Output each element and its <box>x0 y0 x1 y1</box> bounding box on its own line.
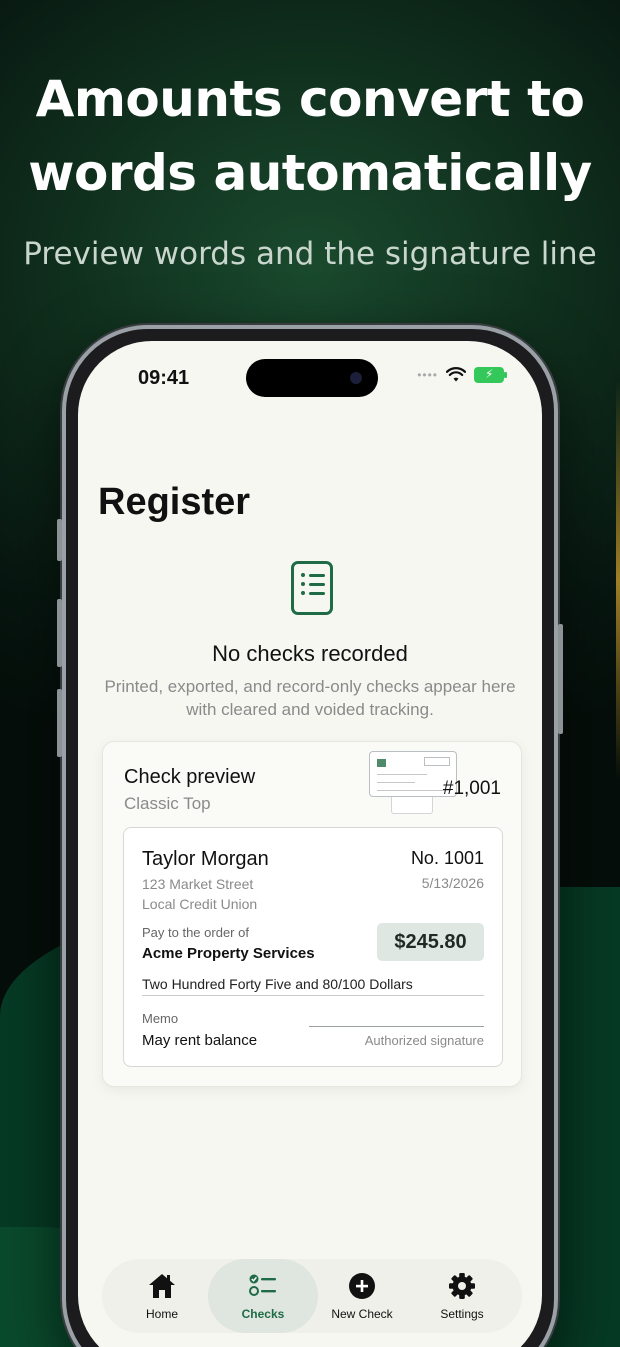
amount-words: Two Hundred Forty Five and 80/100 Dollar… <box>142 976 413 992</box>
tab-new-check[interactable]: New Check <box>312 1259 412 1333</box>
signal-icon: •••• <box>417 368 438 382</box>
home-icon <box>149 1274 175 1298</box>
check-thumbnail-stub <box>391 796 433 814</box>
wifi-icon <box>446 367 466 382</box>
signature-line <box>309 1026 484 1027</box>
phone-frame: 09:41 •••• ⚡ Register No checks recorded… <box>57 325 563 1347</box>
tab-bar: Home Checks New Check Settings <box>102 1259 522 1333</box>
gold-accent-line <box>616 380 620 780</box>
volume-down-button <box>57 689 62 757</box>
check-style-name: Classic Top <box>124 794 211 813</box>
tab-settings-label: Settings <box>440 1307 484 1321</box>
status-time: 09:41 <box>138 367 190 389</box>
signature-label: Authorized signature <box>364 1033 484 1048</box>
check-preview-title: Check preview <box>124 766 256 788</box>
tab-checks[interactable]: Checks <box>208 1259 318 1333</box>
tab-home-label: Home <box>145 1307 178 1321</box>
payee-name: Acme Property Services <box>142 945 315 962</box>
list-document-icon <box>291 561 333 615</box>
pay-to-label: Pay to the order of <box>142 925 249 940</box>
plus-circle-icon <box>349 1273 375 1299</box>
volume-up-button <box>57 599 62 667</box>
battery-charging-icon: ⚡ <box>474 367 507 383</box>
tab-new-check-label: New Check <box>331 1307 393 1321</box>
tab-checks-label: Checks <box>241 1307 285 1321</box>
amount-words-line <box>142 995 484 996</box>
payer-name: Taylor Morgan <box>142 848 269 870</box>
payer-details: 123 Market Street Local Credit Union <box>142 874 257 914</box>
power-button <box>558 624 563 734</box>
check-preview-card[interactable]: Check preview Classic Top #1,001 Taylor … <box>102 741 522 1087</box>
check-date: 5/13/2026 <box>421 875 484 891</box>
bank-name: Local Credit Union <box>142 896 258 912</box>
promo-subheadline: Preview words and the signature line <box>23 236 597 272</box>
gear-icon <box>449 1273 475 1299</box>
payer-address: 123 Market Street <box>142 876 254 892</box>
phone-screen: 09:41 •••• ⚡ Register No checks recorded… <box>78 341 542 1347</box>
memo-value: May rent balance <box>142 1032 258 1049</box>
check-number: No. 1001 <box>410 848 484 868</box>
dynamic-island <box>246 359 378 397</box>
empty-state-description: Printed, exported, and record-only check… <box>104 677 516 719</box>
check-preview: Taylor Morgan 123 Market Street Local Cr… <box>123 827 503 1067</box>
promo-headline: Amounts convert to words automatically <box>0 62 620 210</box>
page-title: Register <box>98 481 251 523</box>
camera-icon <box>350 372 362 384</box>
amount-box: $245.80 <box>377 923 484 961</box>
memo-label: Memo <box>142 1011 179 1026</box>
empty-state-title: No checks recorded <box>212 641 408 666</box>
tab-settings[interactable]: Settings <box>412 1259 512 1333</box>
promo-headline-line2: words automatically <box>28 144 592 202</box>
check-number-label: #1,001 <box>442 778 501 799</box>
promo-headline-line1: Amounts convert to <box>35 70 585 128</box>
checklist-icon <box>249 1274 276 1296</box>
tab-home[interactable]: Home <box>112 1259 212 1333</box>
action-button <box>57 519 62 561</box>
status-icons: •••• ⚡ <box>417 367 507 383</box>
